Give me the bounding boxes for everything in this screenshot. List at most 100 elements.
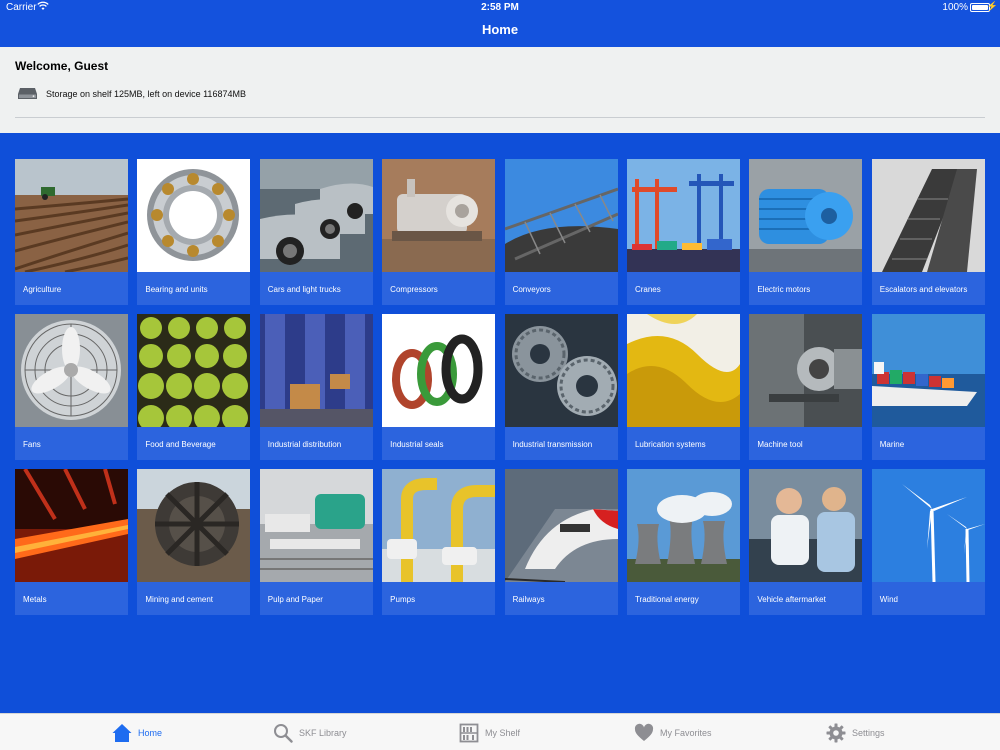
industry-label: Conveyors xyxy=(512,285,551,294)
container-ship-image xyxy=(871,314,985,427)
industry-tile-hot-steel[interactable]: Metals xyxy=(15,469,128,615)
industry-label: Wind xyxy=(879,595,898,604)
industry-label: Vehicle aftermarket xyxy=(757,595,826,604)
ball-bearing-image xyxy=(137,159,251,272)
oil-image xyxy=(626,314,740,427)
hot-steel-image xyxy=(15,469,128,582)
industry-tile-warehouse[interactable]: Industrial distribution xyxy=(259,314,373,460)
industry-label: Industrial distribution xyxy=(267,440,342,449)
search-icon xyxy=(274,723,293,743)
tab-settings[interactable]: Settings xyxy=(826,714,885,750)
industry-label: Traditional energy xyxy=(634,595,699,604)
industry-tile-conveyor[interactable]: Conveyors xyxy=(504,159,618,305)
industry-label: Fans xyxy=(23,440,41,449)
welcome-heading: Welcome, Guest xyxy=(15,59,109,73)
mechanics-image xyxy=(749,469,863,582)
industry-tile-seals[interactable]: Industrial seals xyxy=(382,314,496,460)
gear-icon xyxy=(826,723,846,742)
industry-label: Industrial seals xyxy=(390,440,444,449)
home-icon xyxy=(112,723,132,742)
industry-tile-mechanics[interactable]: Vehicle aftermarket xyxy=(749,469,863,615)
industry-label: Metals xyxy=(23,595,47,604)
industry-tile-train[interactable]: Railways xyxy=(504,469,618,615)
top-bar: Carrier 2:58 PM 100% ⚡ Home xyxy=(0,0,1000,47)
industry-tile-container-ship[interactable]: Marine xyxy=(871,314,985,460)
paper-machine-image xyxy=(259,469,373,582)
industry-label: Electric motors xyxy=(757,285,811,294)
industry-tile-gears[interactable]: Industrial transmission xyxy=(504,314,618,460)
heart-icon xyxy=(634,723,654,741)
industry-tile-fan[interactable]: Fans xyxy=(15,314,128,460)
welcome-panel: Welcome, Guest Storage on shelf 125MB, l… xyxy=(0,47,1000,133)
industry-tile-compressor[interactable]: Compressors xyxy=(382,159,496,305)
industry-label: Escalators and elevators xyxy=(879,285,968,294)
industry-label: Cars and light trucks xyxy=(267,285,341,294)
warehouse-image xyxy=(259,314,373,427)
industry-label: Cranes xyxy=(634,285,661,294)
tab-label: Settings xyxy=(852,727,885,738)
pipes-image xyxy=(382,469,496,582)
fan-image xyxy=(15,314,128,427)
compressor-image xyxy=(382,159,496,272)
electric-motor-image xyxy=(749,159,863,272)
agriculture-field-image xyxy=(15,159,128,272)
industry-label: Marine xyxy=(879,440,905,449)
industry-tile-mining-wheel[interactable]: Mining and cement xyxy=(137,469,251,615)
industry-label: Lubrication systems xyxy=(634,440,706,449)
industry-tile-port-cranes[interactable]: Cranes xyxy=(626,159,740,305)
industry-label: Agriculture xyxy=(23,285,62,294)
tab-bar: Home SKF Library My Shelf My Favorites S… xyxy=(0,713,1000,750)
hard-drive-icon xyxy=(18,88,37,99)
status-bar: Carrier 2:58 PM 100% ⚡ xyxy=(0,0,1000,16)
port-cranes-image xyxy=(626,159,740,272)
industry-tile-pipes[interactable]: Pumps xyxy=(382,469,496,615)
divider xyxy=(15,117,985,118)
tab-label: SKF Library xyxy=(299,727,347,738)
industry-tile-oil[interactable]: Lubrication systems xyxy=(626,314,740,460)
escalator-image xyxy=(871,159,985,272)
train-image xyxy=(504,469,618,582)
charging-icon: ⚡ xyxy=(986,1,998,11)
industry-label: Railways xyxy=(512,595,545,604)
industry-label: Mining and cement xyxy=(145,595,213,604)
battery-percent: 100% xyxy=(942,2,968,13)
tab-label: My Favorites xyxy=(660,727,712,738)
tab-skf-library[interactable]: SKF Library xyxy=(273,714,347,750)
industry-tile-paper-machine[interactable]: Pulp and Paper xyxy=(259,469,373,615)
gears-image xyxy=(504,314,618,427)
industry-label: Pumps xyxy=(390,595,416,604)
cooling-towers-image xyxy=(626,469,740,582)
tab-my-shelf[interactable]: My Shelf xyxy=(459,714,520,750)
apples-image xyxy=(137,314,251,427)
tab-label: My Shelf xyxy=(485,727,521,738)
industry-label: Compressors xyxy=(390,285,438,294)
industry-label: Industrial transmission xyxy=(512,440,593,449)
industry-tile-apples[interactable]: Food and Beverage xyxy=(137,314,251,460)
industry-tile-electric-motor[interactable]: Electric motors xyxy=(749,159,863,305)
parked-cars-image xyxy=(259,159,373,272)
industry-tile-agriculture-field[interactable]: Agriculture xyxy=(15,159,128,305)
shelf-icon xyxy=(459,723,479,742)
tab-my-favorites[interactable]: My Favorites xyxy=(634,714,712,750)
industry-label: Bearing and units xyxy=(145,285,208,294)
machine-tool-image xyxy=(749,314,863,427)
industry-grid: Agriculture Bearing and units Cars and lig… xyxy=(15,159,987,615)
wind-turbines-image xyxy=(871,469,985,582)
industry-label: Pulp and Paper xyxy=(267,595,323,604)
industry-tile-parked-cars[interactable]: Cars and light trucks xyxy=(259,159,373,305)
storage-info: Storage on shelf 125MB, left on device 1… xyxy=(17,87,246,101)
industry-label: Machine tool xyxy=(757,440,803,449)
industry-tile-ball-bearing[interactable]: Bearing and units xyxy=(137,159,251,305)
industry-tile-cooling-towers[interactable]: Traditional energy xyxy=(626,469,740,615)
industry-tile-machine-tool[interactable]: Machine tool xyxy=(749,314,863,460)
industry-tile-escalator[interactable]: Escalators and elevators xyxy=(871,159,985,305)
page-title: Home xyxy=(481,22,519,37)
industry-label: Food and Beverage xyxy=(145,440,216,449)
clock: 2:58 PM xyxy=(481,2,519,13)
tab-home[interactable]: Home xyxy=(112,714,162,750)
seals-image xyxy=(382,314,496,427)
conveyor-image xyxy=(504,159,618,272)
storage-text: Storage on shelf 125MB, left on device 1… xyxy=(46,89,246,99)
industry-tile-wind-turbines[interactable]: Wind xyxy=(871,469,985,615)
tab-label: Home xyxy=(138,727,163,738)
